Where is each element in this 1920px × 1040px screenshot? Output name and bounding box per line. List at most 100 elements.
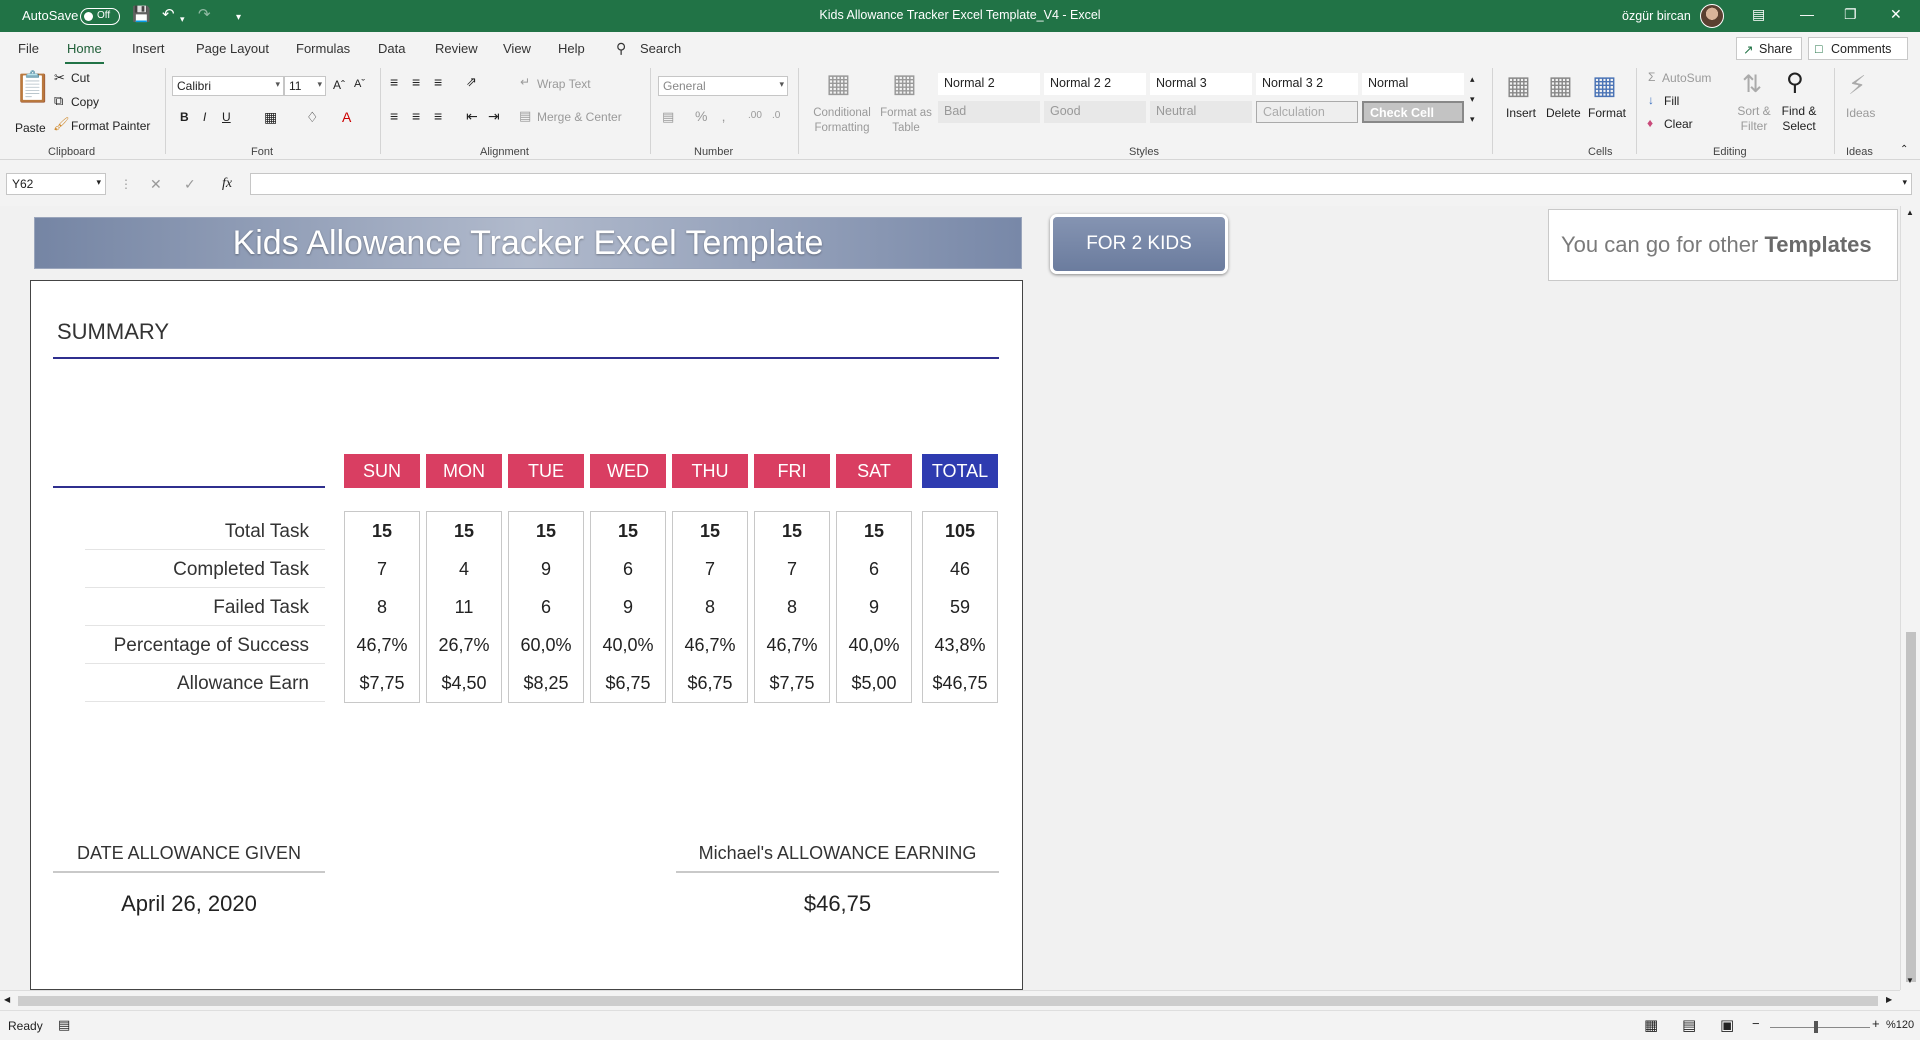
table-cell[interactable]: 15 bbox=[426, 521, 502, 542]
table-cell[interactable]: $46,75 bbox=[922, 673, 998, 694]
align-middle-icon[interactable]: ≡ bbox=[412, 74, 420, 90]
insert-function-icon[interactable]: fx bbox=[222, 176, 232, 192]
increase-decimal-icon[interactable]: .00 bbox=[748, 110, 762, 121]
collapse-ribbon-icon[interactable]: ⌃ bbox=[1900, 144, 1908, 155]
font-color-icon[interactable]: A bbox=[342, 109, 351, 125]
table-cell[interactable]: 7 bbox=[754, 559, 830, 580]
number-format-select[interactable]: General ▾ bbox=[658, 76, 788, 96]
style-bad[interactable]: Bad bbox=[938, 101, 1040, 123]
scroll-up-icon[interactable]: ▲ bbox=[1906, 208, 1914, 217]
formula-input[interactable]: ▾ bbox=[250, 173, 1912, 195]
minimize-icon[interactable]: — bbox=[1800, 6, 1814, 22]
table-cell[interactable]: 8 bbox=[672, 597, 748, 618]
format-cells-icon[interactable]: ▦ bbox=[1592, 70, 1617, 101]
style-normal[interactable]: Normal bbox=[1362, 73, 1464, 95]
table-cell[interactable]: $6,75 bbox=[590, 673, 666, 694]
search-box[interactable]: Search bbox=[640, 41, 681, 56]
table-cell[interactable]: 6 bbox=[836, 559, 912, 580]
tab-data[interactable]: Data bbox=[378, 41, 405, 56]
table-cell[interactable]: $4,50 bbox=[426, 673, 502, 694]
table-cell[interactable]: 46,7% bbox=[344, 635, 420, 656]
currency-icon[interactable]: ▤ bbox=[662, 109, 674, 125]
paste-button[interactable]: Paste bbox=[15, 121, 46, 135]
close-icon[interactable]: ✕ bbox=[1890, 6, 1902, 23]
format-as-table-icon[interactable]: ▦ bbox=[892, 68, 917, 99]
table-cell[interactable]: 15 bbox=[672, 521, 748, 542]
name-box[interactable]: Y62 ▾ bbox=[6, 173, 106, 195]
zoom-slider-thumb[interactable] bbox=[1814, 1021, 1818, 1033]
clear-icon[interactable]: ♦ bbox=[1647, 116, 1653, 130]
style-normal-2[interactable]: Normal 2 bbox=[938, 73, 1040, 95]
table-cell[interactable]: 9 bbox=[508, 559, 584, 580]
decrease-indent-icon[interactable]: ⇤ bbox=[466, 108, 478, 125]
vertical-scrollbar[interactable]: ▲ ▼ bbox=[1900, 206, 1920, 990]
autosum-button[interactable]: AutoSum bbox=[1662, 71, 1711, 85]
cut-icon[interactable]: ✂ bbox=[54, 70, 65, 86]
tab-file[interactable]: File bbox=[18, 41, 39, 56]
comma-icon[interactable]: ‚ bbox=[722, 108, 725, 124]
table-cell[interactable]: 9 bbox=[836, 597, 912, 618]
share-button[interactable]: ↗ Share bbox=[1736, 37, 1802, 60]
sort-filter-button[interactable]: Sort & Filter bbox=[1736, 104, 1772, 134]
conditional-formatting-icon[interactable]: ▦ bbox=[826, 68, 851, 99]
table-cell[interactable]: 6 bbox=[508, 597, 584, 618]
table-cell[interactable]: 15 bbox=[590, 521, 666, 542]
table-cell[interactable]: 15 bbox=[344, 521, 420, 542]
insert-cells-icon[interactable]: ▦ bbox=[1506, 70, 1531, 101]
date-allowance-value[interactable]: April 26, 2020 bbox=[53, 891, 325, 917]
tab-formulas[interactable]: Formulas bbox=[296, 41, 350, 56]
clear-button[interactable]: Clear bbox=[1664, 117, 1693, 131]
table-cell[interactable]: 4 bbox=[426, 559, 502, 580]
avatar[interactable] bbox=[1700, 4, 1724, 28]
style-check-cell[interactable]: Check Cell bbox=[1362, 101, 1464, 123]
table-cell[interactable]: 46,7% bbox=[754, 635, 830, 656]
italic-icon[interactable]: I bbox=[203, 110, 206, 124]
gallery-down-icon[interactable]: ▾ bbox=[1470, 94, 1475, 105]
orientation-icon[interactable]: ⇗ bbox=[466, 74, 477, 90]
table-cell[interactable]: 15 bbox=[836, 521, 912, 542]
table-cell[interactable]: 43,8% bbox=[922, 635, 998, 656]
wrap-text-button[interactable]: Wrap Text bbox=[537, 77, 591, 91]
align-right-icon[interactable]: ≡ bbox=[434, 108, 442, 124]
tab-insert[interactable]: Insert bbox=[132, 41, 165, 56]
style-good[interactable]: Good bbox=[1044, 101, 1146, 123]
table-cell[interactable]: $8,25 bbox=[508, 673, 584, 694]
table-cell[interactable]: 8 bbox=[754, 597, 830, 618]
tab-help[interactable]: Help bbox=[558, 41, 585, 56]
decrease-decimal-icon[interactable]: .0 bbox=[772, 110, 780, 121]
user-name[interactable]: özgür bircan bbox=[1622, 9, 1691, 23]
scroll-down-icon[interactable]: ▼ bbox=[1906, 976, 1914, 985]
table-cell[interactable]: 7 bbox=[672, 559, 748, 580]
horizontal-scrollbar[interactable]: ◀ ▶ bbox=[0, 990, 1900, 1010]
borders-icon[interactable]: ▦ bbox=[264, 109, 277, 126]
enter-icon[interactable]: ✓ bbox=[184, 176, 196, 193]
style-normal-3[interactable]: Normal 3 bbox=[1150, 73, 1252, 95]
table-cell[interactable]: 26,7% bbox=[426, 635, 502, 656]
percent-icon[interactable]: % bbox=[695, 108, 707, 124]
find-select-button[interactable]: Find & Select bbox=[1778, 104, 1820, 134]
format-painter-icon[interactable]: 🖌 bbox=[53, 116, 70, 132]
style-neutral[interactable]: Neutral bbox=[1150, 101, 1252, 123]
increase-font-icon[interactable]: Aˆ bbox=[333, 78, 345, 92]
table-cell[interactable]: 60,0% bbox=[508, 635, 584, 656]
tab-view[interactable]: View bbox=[503, 41, 531, 56]
worksheet[interactable]: Kids Allowance Tracker Excel Template FO… bbox=[0, 206, 1900, 990]
other-templates-link[interactable]: You can go for other Templates bbox=[1548, 209, 1898, 281]
table-cell[interactable]: 46 bbox=[922, 559, 998, 580]
for-2-kids-button[interactable]: FOR 2 KIDS bbox=[1050, 214, 1228, 274]
table-cell[interactable]: $5,00 bbox=[836, 673, 912, 694]
find-select-icon[interactable]: ⚲ bbox=[1786, 68, 1804, 97]
delete-button[interactable]: Delete bbox=[1546, 106, 1581, 120]
increase-indent-icon[interactable]: ⇥ bbox=[488, 108, 500, 125]
align-center-icon[interactable]: ≡ bbox=[412, 108, 420, 124]
tab-home[interactable]: Home bbox=[65, 41, 104, 65]
zoom-out-icon[interactable]: − bbox=[1752, 1016, 1760, 1031]
ribbon-display-icon[interactable]: ▤ bbox=[1752, 6, 1765, 23]
style-normal-2-2[interactable]: Normal 2 2 bbox=[1044, 73, 1146, 95]
tab-page-layout[interactable]: Page Layout bbox=[196, 41, 269, 56]
font-name-select[interactable]: Calibri ▾ bbox=[172, 76, 284, 96]
horizontal-scroll-thumb[interactable] bbox=[18, 996, 1878, 1006]
style-calculation[interactable]: Calculation bbox=[1256, 101, 1358, 123]
zoom-in-icon[interactable]: + bbox=[1872, 1016, 1880, 1031]
ideas-button[interactable]: Ideas bbox=[1846, 106, 1875, 120]
